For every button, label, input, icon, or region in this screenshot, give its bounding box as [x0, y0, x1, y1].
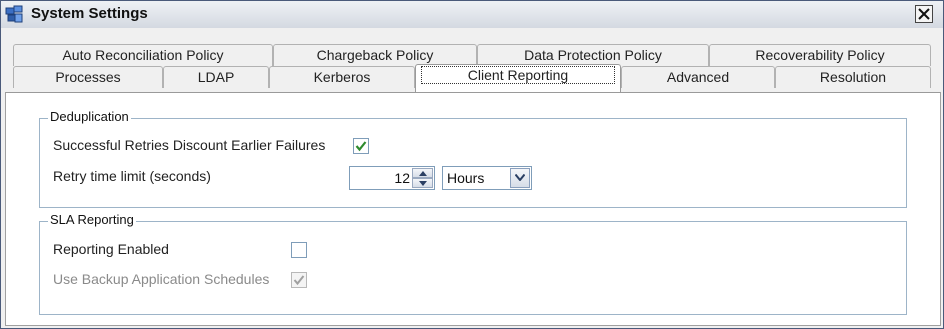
tab-client-reporting[interactable]: Client Reporting — [415, 64, 621, 92]
tab-ldap[interactable]: LDAP — [163, 66, 269, 88]
tab-resolution[interactable]: Resolution — [775, 66, 931, 88]
retries-discount-label: Successful Retries Discount Earlier Fail… — [53, 137, 326, 153]
spinner-up-button[interactable] — [412, 168, 433, 178]
tab-auto-reconciliation-policy[interactable]: Auto Reconciliation Policy — [13, 44, 273, 66]
chevron-down-icon — [515, 174, 525, 181]
checkmark-icon — [293, 275, 305, 286]
tab-processes[interactable]: Processes — [13, 66, 163, 88]
tab-recoverability-policy[interactable]: Recoverability Policy — [709, 44, 931, 66]
reporting-enabled-label: Reporting Enabled — [53, 241, 169, 257]
retry-time-limit-label: Retry time limit (seconds) — [53, 168, 211, 184]
deduplication-group: Deduplication — [39, 109, 907, 208]
tab-data-protection-policy[interactable]: Data Protection Policy — [477, 44, 709, 66]
use-backup-schedules-checkbox[interactable] — [291, 272, 307, 288]
checkmark-icon — [355, 141, 367, 152]
retry-unit-value: Hours — [447, 170, 485, 186]
sla-reporting-title: SLA Reporting — [48, 212, 136, 227]
window-title: System Settings — [31, 5, 148, 22]
close-icon — [918, 8, 930, 20]
tab-strip: Auto Reconciliation Policy Chargeback Po… — [1, 28, 943, 92]
retry-time-limit-spinner[interactable]: 12 — [349, 166, 435, 190]
close-button[interactable] — [915, 5, 933, 23]
app-settings-icon — [5, 5, 24, 24]
system-settings-window: System Settings Auto Reconciliation Poli… — [0, 0, 944, 329]
use-backup-schedules-label: Use Backup Application Schedules — [53, 271, 270, 287]
chevron-up-icon — [419, 171, 427, 176]
sla-reporting-group: SLA Reporting — [39, 212, 907, 315]
retry-unit-select[interactable]: Hours — [442, 166, 532, 190]
dropdown-arrow-button[interactable] — [510, 168, 530, 188]
retries-discount-checkbox[interactable] — [353, 138, 369, 154]
chevron-down-icon — [419, 181, 427, 186]
retry-time-limit-value: 12 — [394, 170, 410, 186]
reporting-enabled-checkbox[interactable] — [291, 242, 307, 258]
title-bar[interactable]: System Settings — [1, 1, 943, 29]
tab-advanced[interactable]: Advanced — [621, 66, 775, 88]
tab-chargeback-policy[interactable]: Chargeback Policy — [273, 44, 477, 66]
tab-kerberos[interactable]: Kerberos — [269, 66, 415, 88]
spinner-down-button[interactable] — [412, 178, 433, 188]
deduplication-title: Deduplication — [48, 109, 131, 124]
